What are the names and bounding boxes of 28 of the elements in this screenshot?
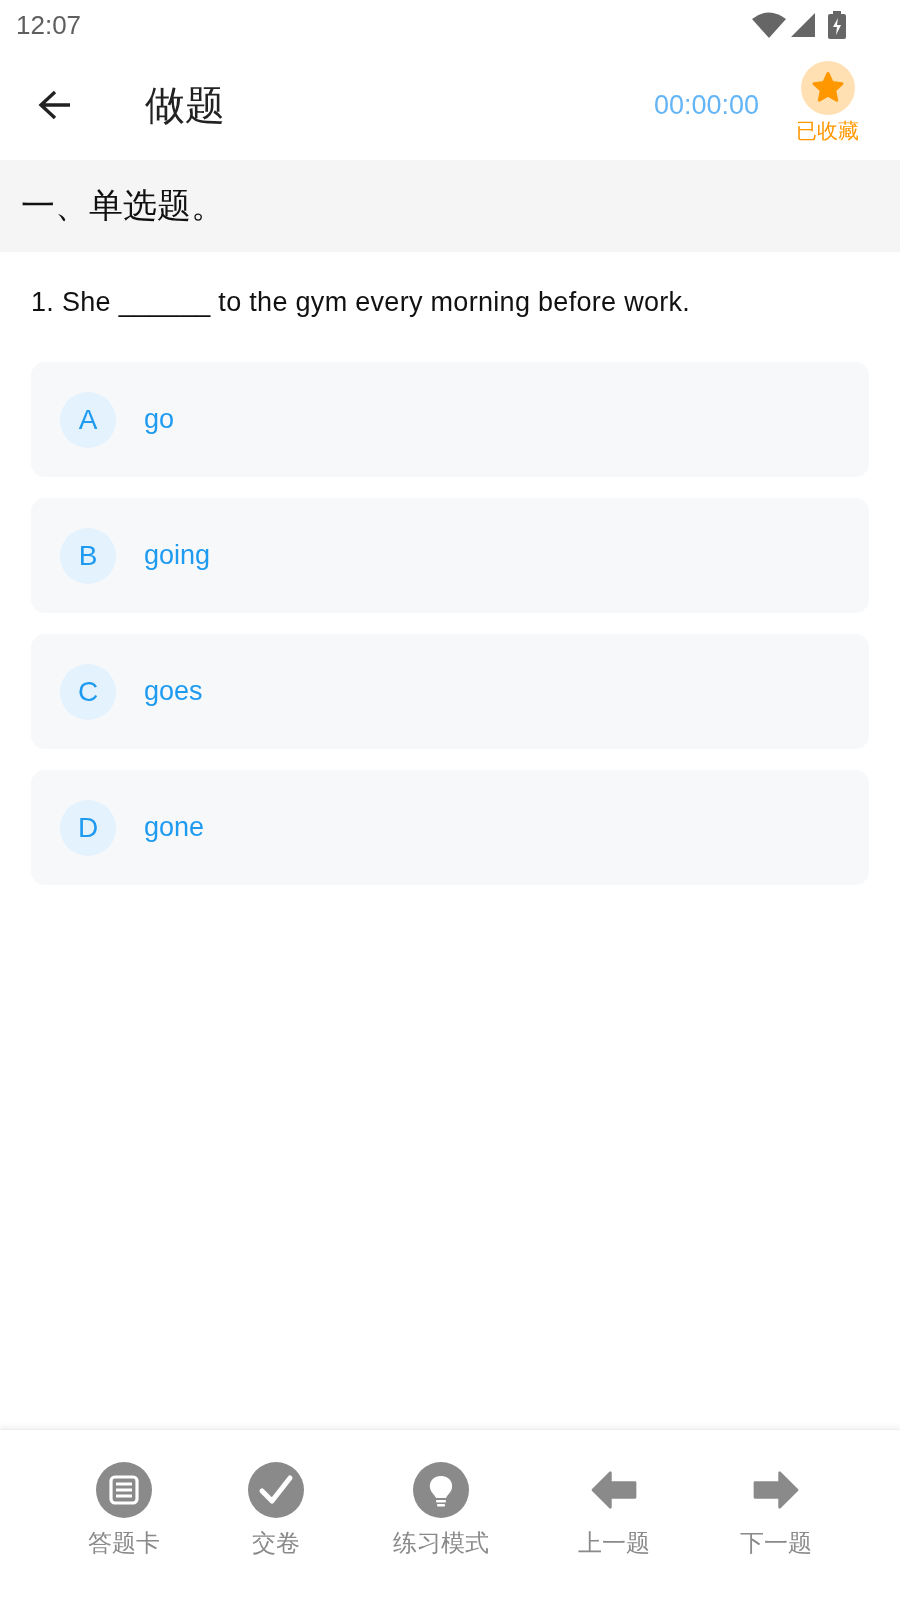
left-arrow-icon [590, 1469, 638, 1511]
battery-charging-icon [828, 11, 846, 39]
option-card[interactable]: B going [31, 498, 869, 613]
wifi-icon [752, 12, 786, 38]
signal-icon [791, 13, 815, 37]
status-time: 12:07 [16, 9, 82, 41]
next-button[interactable]: 下一题 [740, 1462, 812, 1557]
right-arrow-icon [752, 1469, 800, 1511]
option-letter: A [60, 391, 116, 448]
option-card[interactable]: D gone [31, 770, 869, 885]
option-card[interactable]: A go [31, 362, 869, 477]
answer-sheet-button[interactable]: 答题卡 [88, 1462, 160, 1557]
option-letter: C [60, 663, 116, 720]
list-icon [96, 1462, 152, 1518]
option-card[interactable]: C goes [31, 634, 869, 749]
question-text: 1. She ______ to the gym every morning before work. [31, 287, 691, 317]
favorite-button[interactable]: 已收藏 [796, 61, 859, 145]
previous-button[interactable]: 上一题 [578, 1462, 650, 1557]
practice-mode-button[interactable]: 练习模式 [393, 1462, 489, 1557]
option-letter: B [60, 527, 116, 584]
timer-text: 00:00:00 [653, 89, 759, 121]
option-letter: D [60, 799, 116, 856]
back-arrow-icon[interactable] [38, 88, 72, 122]
page-title: 做题 [145, 81, 225, 129]
lightbulb-icon [413, 1462, 469, 1518]
checkmark-icon [248, 1462, 304, 1518]
submit-button[interactable]: 交卷 [248, 1462, 304, 1557]
section-title: 一、单选题。 [21, 185, 225, 226]
